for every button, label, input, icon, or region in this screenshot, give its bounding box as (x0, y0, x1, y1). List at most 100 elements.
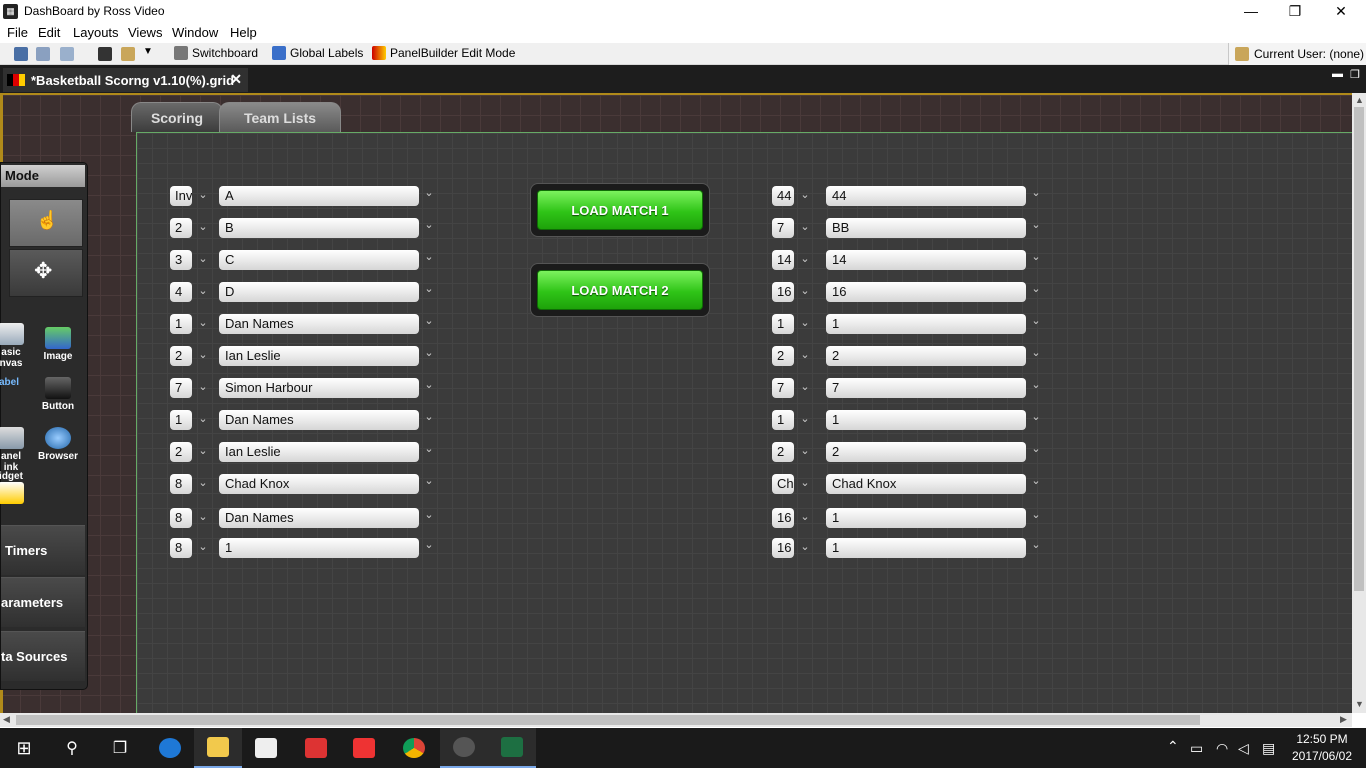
name-dropdown[interactable]: Simon Harbour (219, 378, 419, 398)
taskbar-dashboard[interactable] (440, 728, 488, 768)
chevron-down-icon[interactable]: ⌄ (195, 218, 211, 238)
number-dropdown[interactable]: 16 (772, 282, 794, 302)
vertical-scroll-thumb[interactable] (1354, 107, 1364, 591)
chevron-down-icon[interactable]: ⌄ (797, 186, 813, 206)
name-dropdown[interactable]: Ian Leslie (219, 346, 419, 366)
chevron-down-icon[interactable]: ⌄ (797, 410, 813, 430)
chevron-down-icon[interactable]: ⌄ (421, 376, 437, 396)
menu-file[interactable]: File (7, 25, 28, 40)
chevron-down-icon[interactable]: ⌄ (195, 250, 211, 270)
scroll-left-icon[interactable]: ◀ (3, 714, 10, 725)
chevron-down-icon[interactable]: ⌄ (1028, 248, 1044, 268)
number-dropdown[interactable]: 7 (772, 218, 794, 238)
tab-team-lists[interactable]: Team Lists (219, 102, 341, 132)
chevron-down-icon[interactable]: ⌄ (421, 184, 437, 204)
number-dropdown[interactable]: 2 (772, 346, 794, 366)
chevron-down-icon[interactable]: ⌄ (1028, 216, 1044, 236)
dropdown-arrow-icon[interactable]: ▼ (143, 46, 153, 57)
taskbar-chrome[interactable] (390, 728, 438, 768)
name-dropdown[interactable]: BB (826, 218, 1026, 238)
close-window-button[interactable]: ✕ (1318, 0, 1364, 22)
document-tab[interactable]: *Basketball Scorng v1.10(%).grid ✕ (3, 68, 248, 92)
taskbar-store[interactable] (242, 728, 290, 768)
chevron-down-icon[interactable]: ⌄ (195, 410, 211, 430)
tray-expand-icon[interactable]: ⌃ (1167, 738, 1179, 755)
minimize-button[interactable]: — (1228, 0, 1274, 22)
chevron-down-icon[interactable]: ⌄ (421, 440, 437, 460)
menu-views[interactable]: Views (128, 25, 162, 40)
save-all-icon[interactable] (60, 47, 74, 61)
number-dropdown[interactable]: 8 (170, 538, 192, 558)
maximize-button[interactable]: ❐ (1272, 0, 1318, 22)
number-dropdown[interactable]: 1 (170, 410, 192, 430)
close-tab-icon[interactable]: ✕ (230, 71, 242, 88)
chevron-down-icon[interactable]: ⌄ (1028, 472, 1044, 492)
search-button[interactable]: ⚲ (48, 728, 96, 768)
number-dropdown[interactable]: 8 (170, 508, 192, 528)
chevron-down-icon[interactable]: ⌄ (421, 408, 437, 428)
taskbar-excel[interactable] (488, 728, 536, 768)
number-dropdown[interactable]: Inv (170, 186, 192, 206)
chevron-down-icon[interactable]: ⌄ (195, 474, 211, 494)
menu-edit[interactable]: Edit (38, 25, 60, 40)
chevron-down-icon[interactable]: ⌄ (195, 282, 211, 302)
name-dropdown[interactable]: Chad Knox (826, 474, 1026, 494)
number-dropdown[interactable]: 2 (170, 346, 192, 366)
number-dropdown[interactable]: 1 (772, 410, 794, 430)
name-dropdown[interactable]: Dan Names (219, 314, 419, 334)
chevron-down-icon[interactable]: ⌄ (421, 536, 437, 556)
chevron-down-icon[interactable]: ⌄ (797, 346, 813, 366)
name-dropdown[interactable]: Dan Names (219, 410, 419, 430)
number-dropdown[interactable]: 4 (170, 282, 192, 302)
palette-image[interactable]: Image (34, 323, 82, 371)
tab-scoring[interactable]: Scoring (131, 102, 223, 132)
palette-button[interactable]: Button (34, 373, 82, 421)
global-labels-button[interactable]: Global Labels (272, 46, 363, 60)
power-icon[interactable]: ▭ (1190, 740, 1203, 757)
name-dropdown[interactable]: A (219, 186, 419, 206)
chevron-down-icon[interactable]: ⌄ (195, 442, 211, 462)
name-dropdown[interactable]: 44 (826, 186, 1026, 206)
name-dropdown[interactable]: 16 (826, 282, 1026, 302)
load-match-2-button[interactable]: LOAD MATCH 2 (530, 263, 710, 317)
mdi-minimize-icon[interactable]: ▬ (1332, 68, 1343, 80)
name-dropdown[interactable]: 1 (826, 314, 1026, 334)
name-dropdown[interactable]: D (219, 282, 419, 302)
number-dropdown[interactable]: 16 (772, 538, 794, 558)
switchboard-button[interactable]: Switchboard (174, 46, 258, 60)
palette-browser[interactable]: Browser (34, 423, 82, 471)
number-dropdown[interactable]: 8 (170, 474, 192, 494)
vertical-scrollbar[interactable]: ▲ ▼ (1352, 93, 1366, 713)
name-dropdown[interactable]: 2 (826, 442, 1026, 462)
name-dropdown[interactable]: C (219, 250, 419, 270)
taskbar-red-app[interactable] (340, 728, 388, 768)
load-match-1-button[interactable]: LOAD MATCH 1 (530, 183, 710, 237)
name-dropdown[interactable]: Chad Knox (219, 474, 419, 494)
chevron-down-icon[interactable]: ⌄ (797, 538, 813, 558)
chevron-down-icon[interactable]: ⌄ (797, 218, 813, 238)
task-view-button[interactable]: ❐ (96, 728, 144, 768)
palette-widget[interactable]: idget (0, 471, 35, 519)
name-dropdown[interactable]: 1 (826, 508, 1026, 528)
chevron-down-icon[interactable]: ⌄ (1028, 506, 1044, 526)
chevron-down-icon[interactable]: ⌄ (797, 250, 813, 270)
menu-layouts[interactable]: Layouts (73, 25, 119, 40)
number-dropdown[interactable]: 2 (170, 218, 192, 238)
palette-label[interactable]: abel (0, 377, 33, 425)
chevron-down-icon[interactable]: ⌄ (421, 280, 437, 300)
panelbuilder-edit-mode-button[interactable]: PanelBuilder Edit Mode (372, 46, 515, 60)
camera-icon[interactable] (98, 47, 112, 61)
taskbar-reader[interactable] (292, 728, 340, 768)
chevron-down-icon[interactable]: ⌄ (797, 282, 813, 302)
taskbar-file-explorer[interactable] (194, 728, 242, 768)
scroll-down-icon[interactable]: ▼ (1355, 699, 1364, 709)
volume-icon[interactable]: ◁ (1238, 740, 1249, 757)
chevron-down-icon[interactable]: ⌄ (195, 314, 211, 334)
chevron-down-icon[interactable]: ⌄ (797, 314, 813, 334)
chevron-down-icon[interactable]: ⌄ (1028, 408, 1044, 428)
chevron-down-icon[interactable]: ⌄ (1028, 280, 1044, 300)
scroll-up-icon[interactable]: ▲ (1355, 95, 1364, 105)
chevron-down-icon[interactable]: ⌄ (421, 506, 437, 526)
chevron-down-icon[interactable]: ⌄ (195, 538, 211, 558)
current-user-indicator[interactable]: Current User: (none) (1228, 43, 1366, 65)
